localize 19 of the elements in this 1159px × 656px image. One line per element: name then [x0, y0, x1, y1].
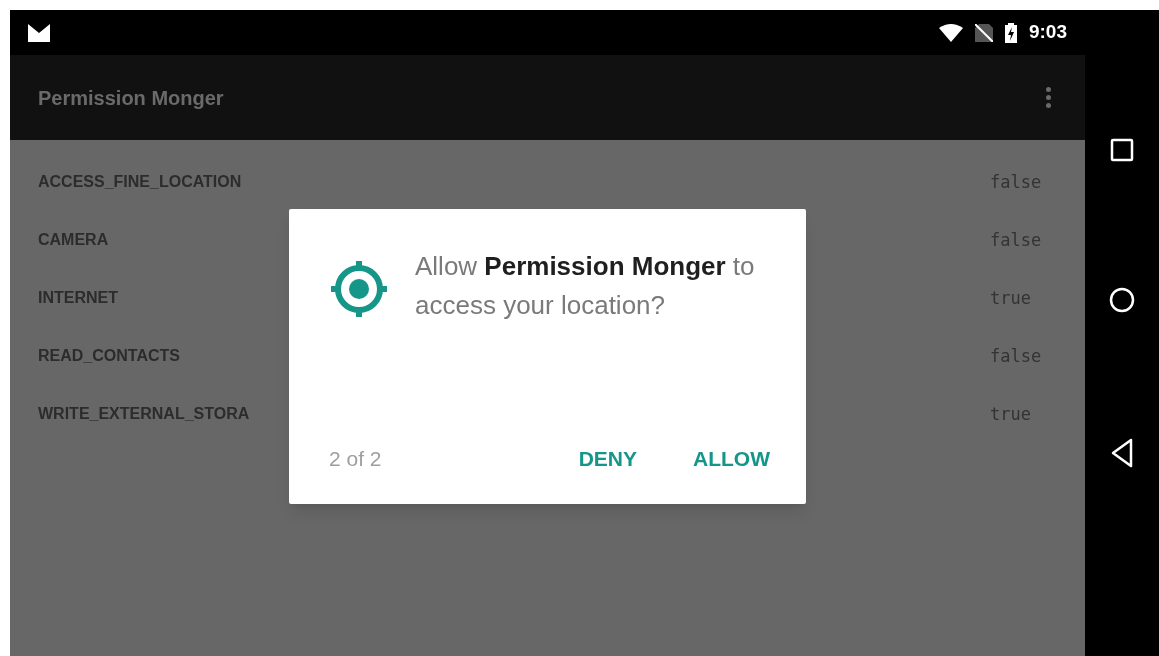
logo-icon — [28, 23, 50, 42]
permission-name: ACCESS_FINE_LOCATION — [38, 172, 242, 192]
battery-icon — [1004, 22, 1017, 43]
no-sim-icon — [974, 23, 993, 42]
back-triangle-icon[interactable] — [1110, 438, 1134, 468]
clock-time: 9:03 — [1028, 20, 1067, 45]
permission-name: WRITE_EXTERNAL_STORA — [38, 404, 250, 424]
permission-name: INTERNET — [38, 288, 118, 308]
permission-name: CAMERA — [38, 230, 109, 250]
dialog-button[interactable]: ALLOW — [693, 442, 770, 474]
dialog-counter: 2 of 2 — [329, 445, 383, 472]
location-target-icon — [329, 259, 389, 319]
dialog-button[interactable]: DENY — [578, 442, 637, 474]
app-title: Permission Monger — [38, 85, 225, 111]
wifi-icon — [938, 23, 963, 42]
square-icon[interactable] — [1110, 138, 1134, 162]
permission-name: READ_CONTACTS — [38, 346, 180, 366]
dialog-message: Allow Permission Monger to access your location? — [415, 250, 756, 322]
circle-icon[interactable] — [1109, 287, 1135, 313]
